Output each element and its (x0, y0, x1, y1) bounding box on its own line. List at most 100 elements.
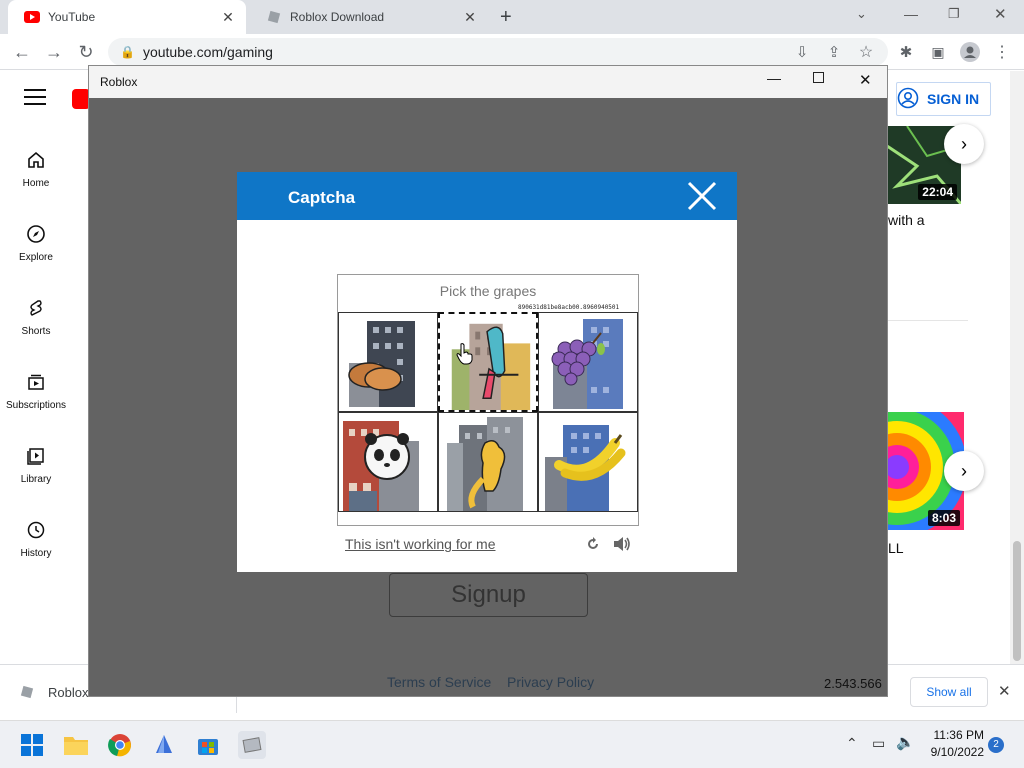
captcha-tile-bread[interactable] (338, 312, 438, 412)
scrollbar-thumb[interactable] (1013, 541, 1021, 661)
roblox-file-icon (20, 685, 34, 704)
sidebar-item-history[interactable]: History (0, 518, 72, 559)
video-title[interactable]: LL (888, 540, 904, 556)
taskbar: ⌃ ▭ 🔈 11:36 PM 9/10/2022 2 (0, 720, 1024, 768)
shorts-icon (24, 296, 48, 320)
tab-search-chevron-icon[interactable]: ⌄ (856, 6, 867, 22)
network-icon[interactable]: ▭ (872, 735, 885, 752)
show-hidden-icons-chevron-icon[interactable]: ⌃ (846, 735, 858, 752)
sidebar-item-label: Home (22, 178, 50, 189)
video-duration: 8:03 (927, 510, 960, 526)
show-all-button[interactable]: Show all (910, 677, 988, 707)
subscriptions-icon (24, 370, 48, 394)
compass-icon (24, 222, 48, 246)
profile-icon[interactable] (958, 40, 982, 64)
sidebar-item-label: History (20, 548, 52, 559)
sign-in-button[interactable]: SIGN IN (896, 82, 991, 116)
signup-button[interactable]: Signup (389, 573, 588, 617)
library-icon (24, 444, 48, 468)
clock[interactable]: 11:36 PM 9/10/2022 (920, 728, 984, 759)
sidebar-item-explore[interactable]: Explore (0, 222, 72, 263)
maximize-icon[interactable] (813, 72, 824, 83)
captcha-tile-bananas[interactable] (538, 412, 638, 512)
sidebar-item-home[interactable]: Home (0, 148, 72, 189)
url-text: youtube.com/gaming (142, 44, 273, 60)
volume-icon[interactable]: 🔈 (896, 733, 915, 751)
chevron-right-icon: › (961, 460, 967, 481)
roblox-favicon-icon (266, 9, 282, 25)
extensions-icon[interactable]: ✱ (894, 40, 918, 64)
close-tab-icon[interactable]: ✕ (460, 9, 480, 26)
captcha-prompt: Pick the grapes (439, 283, 537, 299)
tab-label: YouTube (48, 10, 96, 24)
page-scrollbar[interactable] (1010, 71, 1024, 664)
sidebar-item-label: Shorts (21, 326, 51, 337)
clock-date: 9/10/2022 (930, 745, 984, 759)
sidebar-item-shorts[interactable]: Shorts (0, 296, 72, 337)
bookmark-star-icon[interactable]: ☆ (854, 40, 878, 64)
captcha-help-link[interactable]: This isn't working for me (345, 536, 496, 552)
lock-icon: 🔒 (120, 45, 135, 59)
minimize-icon[interactable]: — (904, 6, 918, 22)
back-icon[interactable]: ← (10, 40, 34, 64)
install-app-icon[interactable]: ⇩ (790, 40, 814, 64)
sidebar-item-label: Subscriptions (5, 400, 67, 411)
sidebar-item-label: Explore (19, 252, 53, 263)
minimize-icon[interactable]: — (767, 70, 781, 86)
tab-roblox-download[interactable]: Roblox Download ✕ (250, 0, 488, 34)
youtube-favicon-icon (24, 9, 40, 25)
download-item-label[interactable]: Roblox (48, 685, 88, 700)
captcha-tile-kangaroo[interactable] (438, 412, 538, 512)
captcha-token: 890631d81be8acb00.8960940501 (518, 304, 620, 311)
carousel-next-button[interactable]: › (944, 451, 984, 491)
home-icon (24, 148, 48, 172)
captcha-header: Captcha (237, 172, 737, 220)
share-icon[interactable]: ⇪ (822, 40, 846, 64)
close-window-icon[interactable]: ✕ (859, 71, 872, 89)
tab-youtube[interactable]: YouTube ✕ (8, 0, 246, 34)
clock-time: 11:36 PM (933, 728, 984, 742)
terms-of-service-link[interactable]: Terms of Service (387, 674, 491, 690)
captcha-tile-panda[interactable] (338, 412, 438, 512)
browser-menu-icon[interactable]: ⋮ (990, 40, 1014, 64)
address-bar[interactable]: 🔒 youtube.com/gaming (108, 38, 888, 66)
carousel-next-button[interactable]: › (944, 124, 984, 164)
close-captcha-icon[interactable] (686, 180, 718, 217)
forward-icon[interactable]: → (42, 40, 66, 64)
windows-start-icon[interactable] (18, 731, 46, 759)
sailboat-app-icon[interactable] (150, 731, 178, 759)
video-title[interactable]: with a (888, 212, 925, 228)
roblox-title-bar: Roblox — ✕ (89, 66, 887, 98)
close-window-icon[interactable]: ✕ (994, 5, 1007, 23)
history-icon (24, 518, 48, 542)
account-circle-icon (897, 87, 919, 112)
captcha-tile-parrot[interactable] (438, 312, 538, 412)
new-tab-icon[interactable]: + (500, 6, 512, 29)
audio-challenge-icon[interactable] (612, 535, 632, 558)
roblox-taskbar-icon[interactable] (238, 731, 266, 759)
file-explorer-icon[interactable] (62, 731, 90, 759)
sidebar-item-library[interactable]: Library (0, 444, 72, 485)
hamburger-menu-icon[interactable] (24, 89, 46, 105)
tab-label: Roblox Download (290, 10, 385, 24)
version-label: 2.543.566 (824, 676, 882, 691)
captcha-challenge-box: Pick the grapes 890631d81be8acb00.896094… (337, 274, 639, 526)
close-tab-icon[interactable]: ✕ (218, 9, 238, 26)
sidebar-item-subscriptions[interactable]: Subscriptions (0, 370, 72, 411)
notification-badge[interactable]: 2 (988, 737, 1004, 753)
captcha-tile-grapes[interactable] (538, 312, 638, 412)
hand-cursor-icon (455, 342, 475, 371)
microsoft-store-icon[interactable] (194, 731, 222, 759)
chrome-icon[interactable] (106, 731, 134, 759)
chevron-right-icon: › (961, 133, 967, 154)
restore-icon[interactable]: ❐ (948, 6, 960, 22)
captcha-title: Captcha (288, 188, 356, 207)
privacy-policy-link[interactable]: Privacy Policy (507, 674, 594, 690)
reload-icon[interactable]: ↻ (74, 40, 98, 64)
divider (888, 320, 968, 321)
sidebar-item-label: Library (20, 474, 52, 485)
close-download-shelf-icon[interactable]: ✕ (998, 682, 1011, 700)
refresh-challenge-icon[interactable] (585, 536, 601, 557)
browser-tab-bar: YouTube ✕ Roblox Download ✕ + ⌄ — ❐ ✕ (0, 0, 1024, 34)
side-panel-icon[interactable]: ▣ (926, 40, 950, 64)
